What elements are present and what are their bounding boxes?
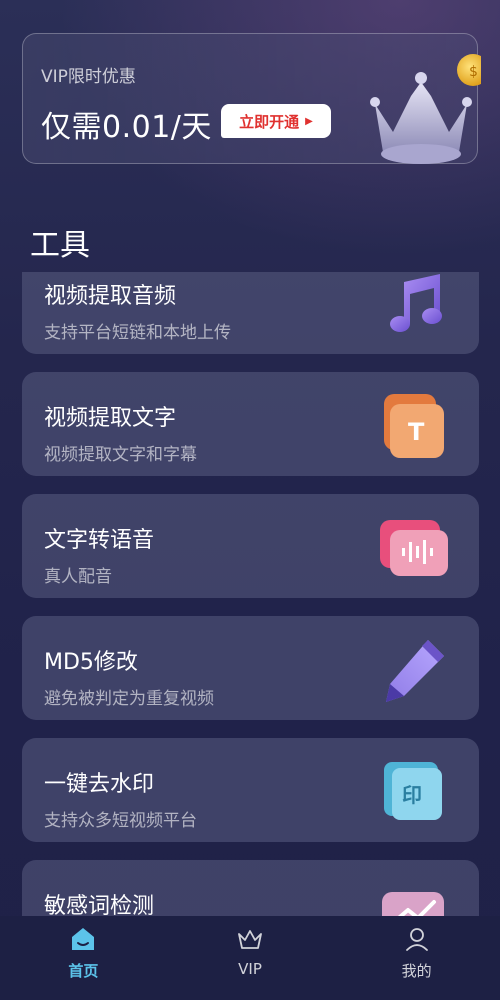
tool-card-md5-modify[interactable]: MD5修改 避免被判定为重复视频 bbox=[22, 616, 479, 720]
tool-desc: 真人配音 bbox=[44, 567, 112, 587]
tool-card-audio-extract[interactable]: 视频提取音频 支持平台短链和本地上传 bbox=[22, 272, 479, 354]
tool-title: 视频提取文字 bbox=[44, 406, 177, 431]
nav-home-label: 首页 bbox=[68, 962, 99, 980]
tool-card-text-to-speech[interactable]: 文字转语音 真人配音 bbox=[22, 494, 479, 598]
nav-home[interactable]: 首页 bbox=[0, 916, 167, 1000]
stamp-icon: 印 bbox=[384, 762, 442, 820]
home-icon bbox=[72, 928, 95, 950]
voice-wave-icon bbox=[380, 520, 448, 576]
music-note-icon bbox=[390, 274, 442, 332]
tools-section-title: 工具 bbox=[30, 228, 90, 263]
svg-text:T: T bbox=[408, 418, 425, 446]
tool-card-sensitive-words[interactable]: 敏感词检测 bbox=[22, 860, 479, 916]
tool-desc: 视频提取文字和字幕 bbox=[44, 445, 197, 465]
vip-promo-banner[interactable]: VIP限时优惠 仅需0.01/天 立即开通 ▶ $ bbox=[22, 33, 481, 164]
pen-icon bbox=[386, 640, 444, 702]
svg-text:印: 印 bbox=[402, 783, 422, 807]
tool-desc: 支持众多短视频平台 bbox=[44, 811, 197, 831]
svg-text:$: $ bbox=[469, 64, 478, 80]
tool-desc: 避免被判定为重复视频 bbox=[44, 689, 214, 709]
tool-card-text-extract[interactable]: 视频提取文字 视频提取文字和字幕 T bbox=[22, 372, 479, 476]
vip-open-button[interactable]: 立即开通 ▶ bbox=[221, 104, 331, 138]
tool-list[interactable]: 视频提取音频 支持平台短链和本地上传 视频提取文字 视频提取文字和字幕 T 文字… bbox=[0, 272, 500, 916]
tool-title: MD5修改 bbox=[44, 650, 138, 675]
tool-desc: 支持平台短链和本地上传 bbox=[44, 323, 231, 343]
vip-promo-price: 仅需0.01/天 bbox=[41, 110, 212, 145]
nav-vip[interactable]: VIP bbox=[167, 916, 334, 1000]
chart-icon bbox=[382, 892, 444, 916]
vip-promo-title: VIP限时优惠 bbox=[41, 67, 136, 87]
nav-vip-label: VIP bbox=[238, 960, 262, 978]
tool-title: 敏感词检测 bbox=[44, 894, 155, 916]
tool-title: 视频提取音频 bbox=[44, 284, 177, 309]
text-t-icon: T bbox=[384, 394, 444, 458]
bottom-navigation: 首页 VIP 我的 bbox=[0, 916, 500, 1000]
nav-profile[interactable]: 我的 bbox=[333, 916, 500, 1000]
tool-card-watermark-remove[interactable]: 一键去水印 支持众多短视频平台 印 bbox=[22, 738, 479, 842]
crown-icon: $ bbox=[370, 54, 481, 164]
crown-icon bbox=[238, 930, 262, 949]
vip-open-button-label: 立即开通 bbox=[239, 112, 300, 131]
tool-title: 文字转语音 bbox=[44, 528, 155, 553]
tool-title: 一键去水印 bbox=[44, 772, 155, 797]
arrow-right-icon: ▶ bbox=[305, 115, 313, 127]
nav-profile-label: 我的 bbox=[401, 962, 432, 980]
profile-icon bbox=[405, 928, 428, 951]
